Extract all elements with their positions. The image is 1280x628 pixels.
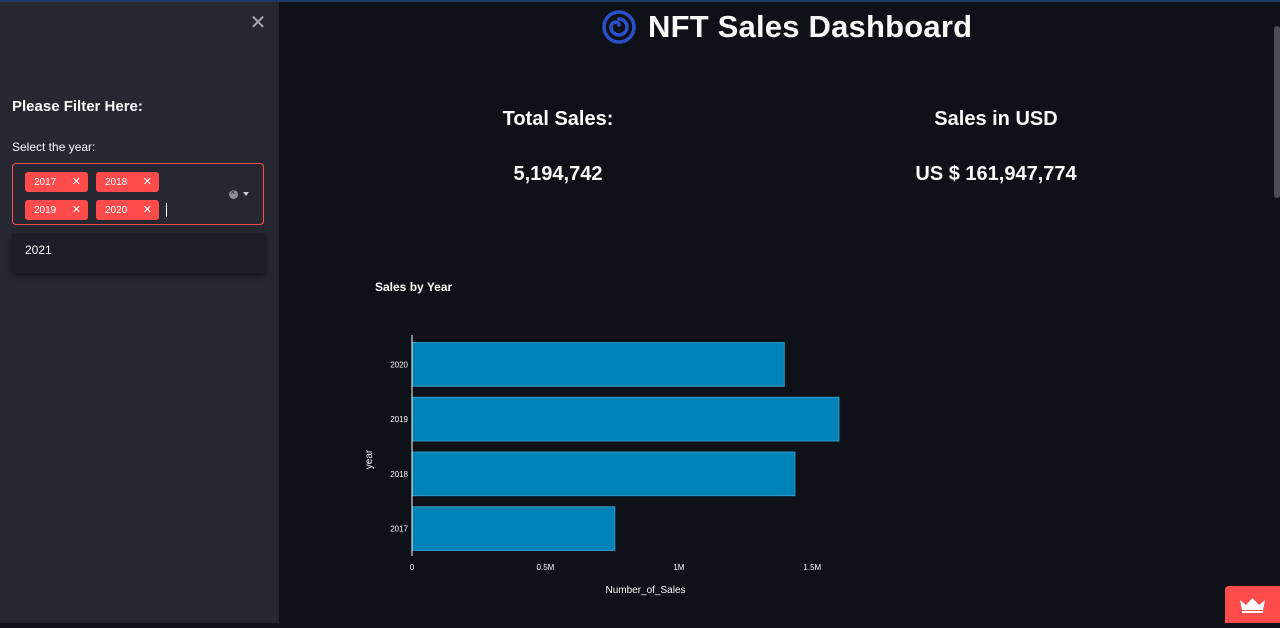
y-tick-label: 2018 bbox=[390, 470, 408, 479]
total-sales-value: 5,194,742 bbox=[513, 163, 603, 185]
x-tick-label: 1.5M bbox=[803, 563, 821, 572]
sales-usd-label: Sales in USD bbox=[934, 108, 1058, 130]
remove-tag-icon[interactable]: ✕ bbox=[143, 175, 152, 189]
clear-all-icon[interactable] bbox=[229, 187, 238, 199]
tag-label: 2018 bbox=[105, 176, 128, 188]
remove-tag-icon[interactable]: ✕ bbox=[143, 203, 152, 217]
chevron-down-icon[interactable] bbox=[243, 192, 249, 196]
bar-2018 bbox=[411, 451, 796, 497]
tag-2018: 2018 ✕ bbox=[96, 172, 159, 192]
bar-2019 bbox=[411, 396, 840, 442]
remove-tag-icon[interactable]: ✕ bbox=[72, 175, 81, 189]
spiral-icon bbox=[602, 10, 636, 44]
x-axis-label: Number_of_Sales bbox=[605, 585, 685, 596]
filter-title: Please Filter Here: bbox=[12, 98, 143, 115]
main-content: NFT Sales Dashboard Total Sales: 5,194,7… bbox=[279, 2, 1280, 623]
chart-title: Sales by Year bbox=[375, 280, 453, 294]
year-dropdown-menu: 2021 bbox=[12, 233, 266, 273]
text-cursor bbox=[166, 203, 167, 217]
sidebar: ✕ Please Filter Here: Select the year: 2… bbox=[0, 2, 279, 623]
x-tick-label: 0 bbox=[410, 563, 415, 572]
tag-label: 2020 bbox=[105, 204, 128, 216]
y-axis-label: year bbox=[364, 449, 375, 469]
tag-label: 2019 bbox=[34, 204, 57, 216]
close-sidebar-button[interactable]: ✕ bbox=[248, 12, 268, 34]
year-select-label: Select the year: bbox=[12, 140, 96, 154]
x-tick-label: 0.5M bbox=[537, 563, 555, 572]
tag-2019: 2019 ✕ bbox=[25, 200, 88, 220]
y-tick-label: 2019 bbox=[390, 415, 408, 424]
sales-usd-value: US $ 161,947,774 bbox=[915, 163, 1077, 185]
bar-2017 bbox=[411, 506, 616, 551]
y-tick-label: 2017 bbox=[390, 525, 408, 534]
scrollbar[interactable] bbox=[1274, 26, 1280, 198]
year-multiselect[interactable]: 2017 ✕ 2018 ✕ 2019 ✕ 2020 ✕ bbox=[12, 163, 264, 225]
tag-2020: 2020 ✕ bbox=[96, 200, 159, 220]
total-sales-label: Total Sales: bbox=[502, 108, 614, 130]
chart-svg: 2017 2018 2019 2020 0 0.5M 1M 1.5M Number_of_Sal… bbox=[364, 335, 840, 596]
bar-2020 bbox=[411, 342, 785, 387]
tag-label: 2017 bbox=[34, 176, 57, 188]
sales-by-year-chart: Sales by Year 2017 2018 2019 2020 0 0.5M 1M 1.5… bbox=[359, 270, 959, 610]
y-tick-label: 2020 bbox=[390, 360, 408, 369]
close-icon: ✕ bbox=[249, 12, 267, 34]
deploy-button[interactable] bbox=[1225, 586, 1280, 623]
x-tick-label: 1M bbox=[673, 563, 684, 572]
page-title: NFT Sales Dashboard bbox=[648, 9, 973, 44]
dropdown-option[interactable]: 2021 bbox=[25, 243, 52, 257]
tag-2017: 2017 ✕ bbox=[25, 172, 88, 192]
remove-tag-icon[interactable]: ✕ bbox=[72, 203, 81, 217]
crown-icon bbox=[1240, 598, 1265, 613]
page-header: NFT Sales Dashboard bbox=[602, 9, 972, 45]
